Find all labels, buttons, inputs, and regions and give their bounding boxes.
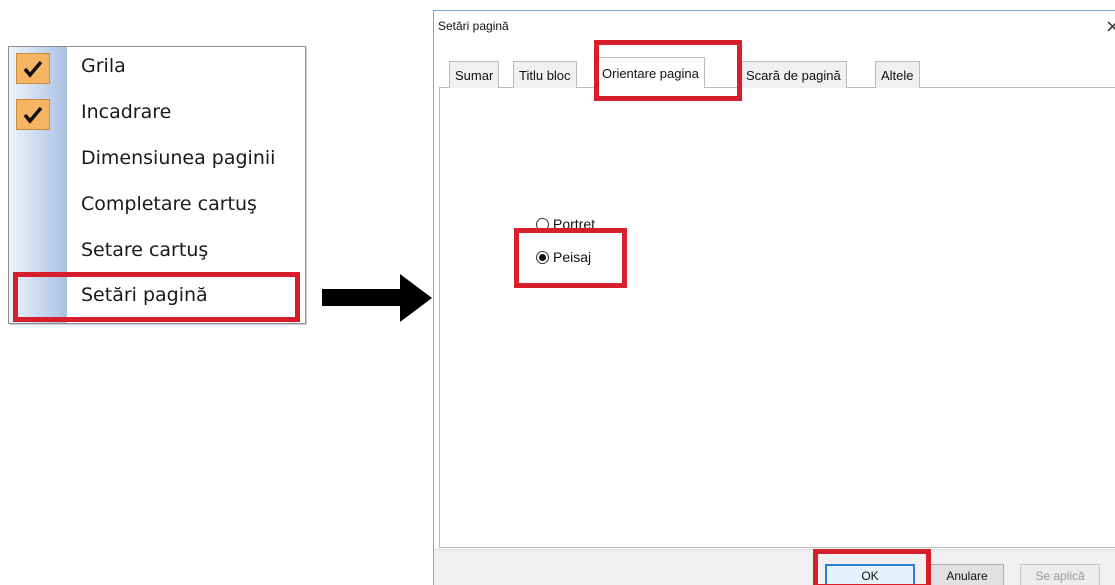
menu-item-dimensiunea-paginii[interactable]: Dimensiunea paginii	[9, 139, 305, 183]
tab-sumar[interactable]: Sumar	[449, 61, 500, 88]
dialog-title: Setări pagină	[438, 19, 509, 33]
checkmark-icon	[16, 99, 50, 130]
close-icon[interactable]: ×	[1105, 18, 1115, 36]
tab-altele[interactable]: Altele	[875, 61, 920, 88]
menu-item-label: Setare cartuş	[81, 239, 209, 261]
menu-item-incadrare[interactable]: Incadrare	[9, 93, 305, 137]
checkmark-icon	[16, 53, 50, 84]
menu-item-setare-cartus[interactable]: Setare cartuş	[9, 231, 305, 275]
apply-button[interactable]: Se aplică	[1020, 564, 1100, 585]
tab-scara-de-pagina[interactable]: Scară de pagină	[740, 61, 847, 88]
menu-item-label: Grila	[81, 55, 126, 77]
highlight-box-ok-button	[813, 549, 931, 585]
tab-panel-orientare: Portret Peisaj	[439, 88, 1115, 548]
dialog-footer: OK Anulare Se aplică	[434, 549, 1115, 585]
highlight-box-peisaj	[514, 228, 627, 288]
menu-item-label: Dimensiunea paginii	[81, 147, 276, 169]
highlight-box-tab-orientare	[594, 40, 742, 101]
tab-strip: Sumar Titlu bloc Orientare pagina Scară …	[439, 57, 1115, 89]
menu-item-completare-cartus[interactable]: Completare cartuş	[9, 185, 305, 229]
menu-item-grila[interactable]: Grila	[9, 47, 305, 91]
cancel-button[interactable]: Anulare	[930, 564, 1004, 585]
highlight-box-menu-setari-pagina	[13, 272, 300, 322]
dialog-title-bar: Setări pagină ×	[434, 11, 1115, 41]
page-setup-dialog: Setări pagină × Sumar Titlu bloc Orienta…	[433, 10, 1115, 585]
right-arrow-icon	[322, 274, 432, 322]
menu-item-label: Incadrare	[81, 101, 172, 123]
tab-titlu-bloc[interactable]: Titlu bloc	[513, 61, 577, 88]
menu-item-label: Completare cartuş	[81, 193, 257, 215]
